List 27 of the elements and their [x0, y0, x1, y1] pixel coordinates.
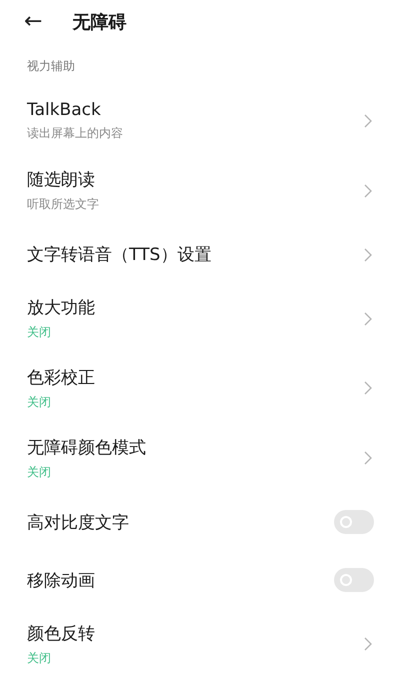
setting-status: 关闭: [27, 650, 51, 667]
chevron-right-icon: [364, 114, 372, 128]
chevron-right-icon: [364, 184, 372, 198]
chevron-right-icon: [364, 381, 372, 396]
setting-title: 高对比度文字: [27, 512, 129, 534]
setting-status: 关闭: [27, 464, 51, 481]
chevron-right-icon: [364, 248, 372, 262]
setting-title: 移除动画: [27, 570, 95, 592]
setting-description: 听取所选文字: [27, 196, 99, 214]
setting-title[interactable]: 文字转语音（TTS）设置: [27, 243, 212, 266]
setting-title[interactable]: 无障碍颜色模式: [27, 436, 146, 459]
setting-description: 读出屏幕上的内容: [27, 124, 123, 142]
setting-title[interactable]: 色彩校正: [27, 366, 95, 389]
setting-title[interactable]: 随选朗读: [27, 168, 95, 192]
setting-title[interactable]: TalkBack: [27, 100, 101, 120]
toggle-switch[interactable]: [334, 510, 374, 534]
chevron-right-icon: [364, 637, 372, 652]
toggle-switch[interactable]: [334, 568, 374, 592]
setting-title[interactable]: 放大功能: [27, 296, 95, 320]
setting-title[interactable]: 颜色反转: [27, 622, 95, 645]
setting-status: 关闭: [27, 324, 51, 342]
chevron-right-icon: [364, 451, 372, 466]
setting-status: 关闭: [27, 394, 51, 411]
chevron-right-icon: [364, 312, 372, 326]
back-button[interactable]: ←: [24, 10, 42, 33]
section-label: 视力辅助: [27, 58, 75, 76]
page-title: 无障碍: [72, 10, 126, 34]
